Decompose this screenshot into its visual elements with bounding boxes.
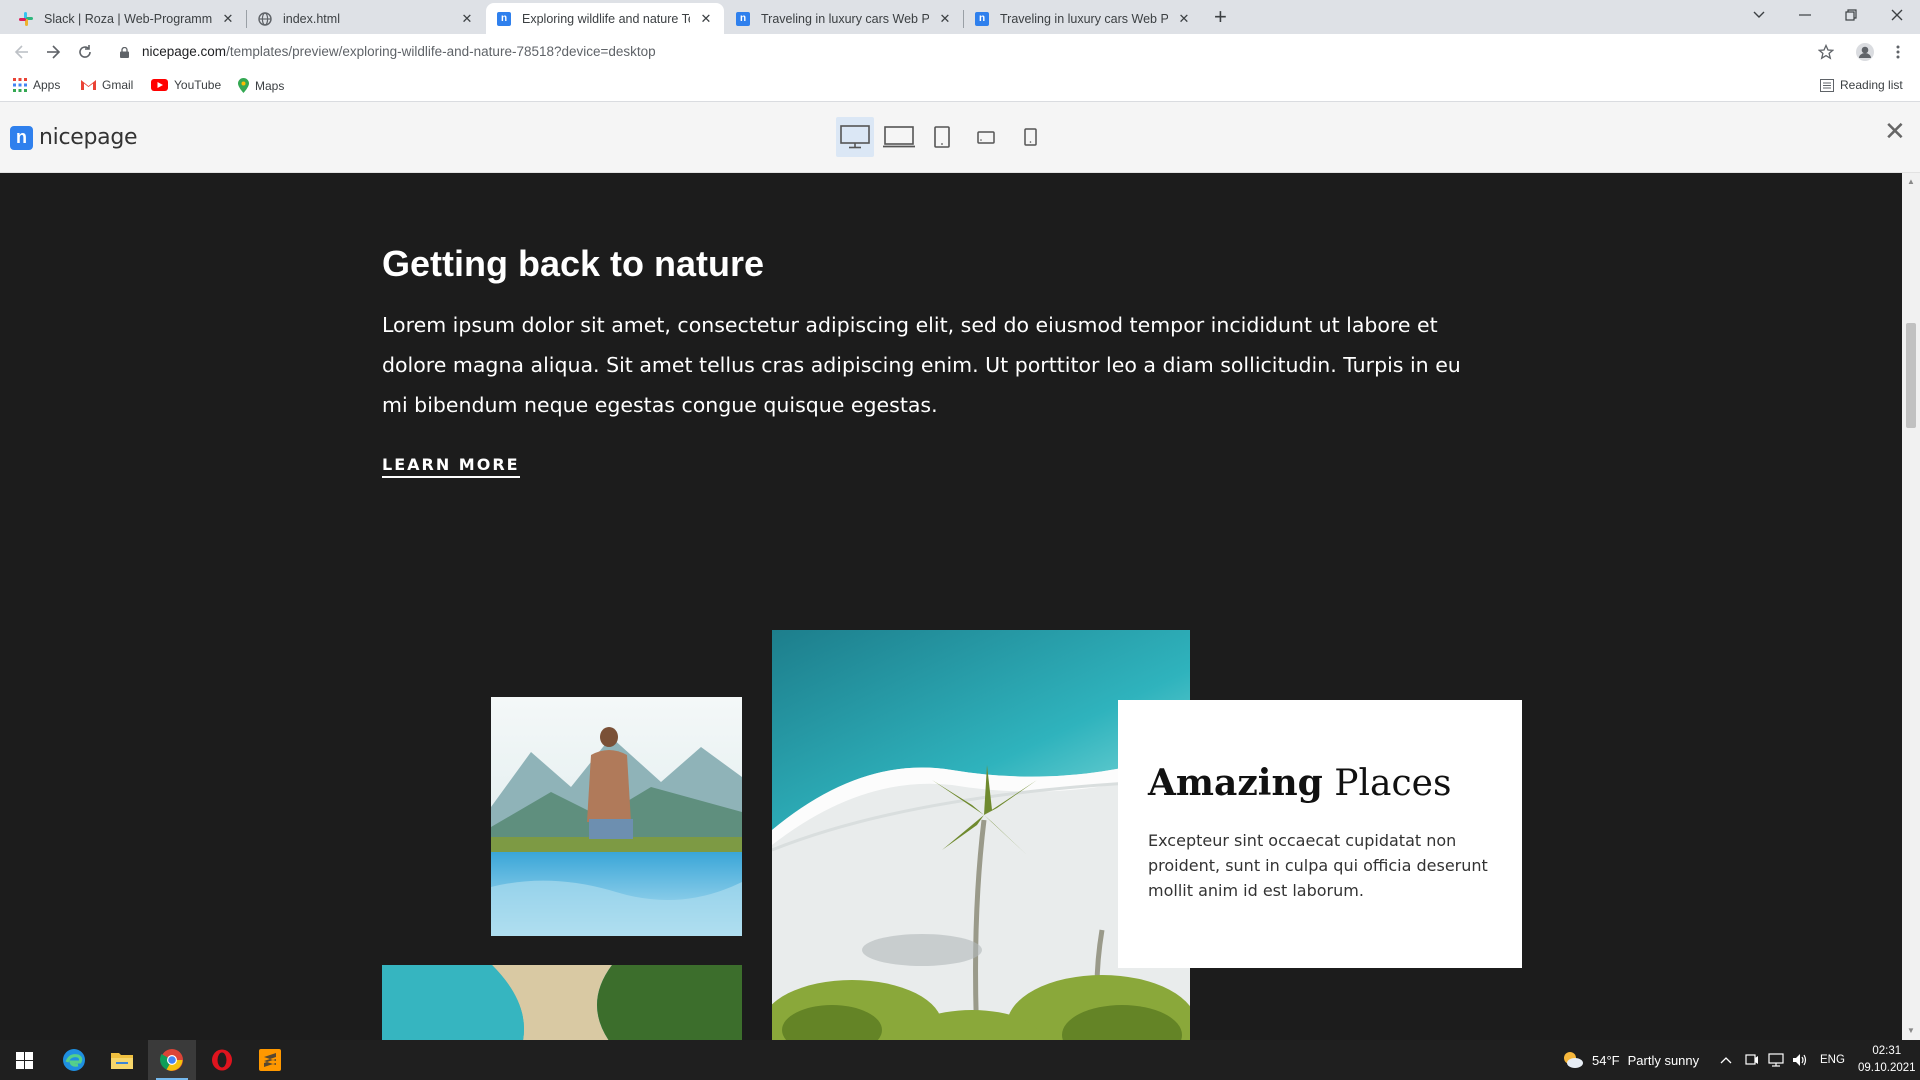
- phone-landscape-icon[interactable]: [972, 117, 1000, 157]
- bookmark-star-icon[interactable]: [1814, 40, 1838, 64]
- language-indicator[interactable]: ENG: [1820, 1040, 1845, 1080]
- menu-kebab-icon[interactable]: [1886, 40, 1910, 64]
- learn-more-link[interactable]: LEARN MORE: [382, 455, 520, 478]
- restore-icon[interactable]: [1828, 0, 1874, 30]
- opera-icon[interactable]: [198, 1040, 246, 1080]
- weather-text: Partly sunny: [1627, 1052, 1700, 1068]
- tab-exploring-wildlife[interactable]: n Exploring wildlife and nature Tem ✕: [486, 3, 724, 34]
- tab-close-icon[interactable]: ✕: [220, 11, 236, 27]
- url-path: /templates/preview/exploring-wildlife-an…: [226, 44, 656, 59]
- tab-title: Slack | Roza | Web-Programming: [44, 11, 212, 26]
- tablet-icon[interactable]: [928, 117, 956, 157]
- laptop-icon[interactable]: [880, 117, 918, 157]
- url-host: nicepage.com: [142, 44, 227, 59]
- tray-chevron-icon[interactable]: [1720, 1040, 1732, 1080]
- bookmark-gmail[interactable]: Gmail: [81, 78, 133, 92]
- nicepage-icon: n: [496, 11, 512, 27]
- apps-grid-icon: [13, 78, 27, 92]
- back-icon[interactable]: [10, 40, 34, 64]
- card-title-light: Places: [1322, 763, 1452, 804]
- nicepage-preview-bar: n nicepage: [0, 102, 1920, 173]
- edge-icon[interactable]: [50, 1040, 98, 1080]
- bookmark-label: Apps: [33, 78, 61, 92]
- close-preview-icon[interactable]: ✕: [1884, 118, 1906, 144]
- tab-title: Traveling in luxury cars Web Page: [761, 11, 929, 26]
- title-light: Getting back to: [382, 243, 655, 284]
- tab-close-icon[interactable]: ✕: [1176, 11, 1192, 27]
- nicepage-logo[interactable]: n nicepage: [10, 125, 138, 150]
- clock-date: 09.10.2021: [1858, 1062, 1916, 1074]
- reading-list-icon: [1820, 78, 1834, 92]
- phone-portrait-icon[interactable]: [1016, 117, 1044, 157]
- weather-widget[interactable]: 54°F Partly sunny: [1562, 1040, 1699, 1080]
- page-title: Getting back to nature: [382, 243, 764, 285]
- tab-title: Exploring wildlife and nature Tem: [522, 11, 690, 26]
- page-scrollbar[interactable]: ▲ ▼: [1902, 173, 1920, 1040]
- scrollbar-thumb[interactable]: [1906, 323, 1916, 428]
- lock-icon[interactable]: [120, 45, 129, 58]
- file-explorer-icon[interactable]: [98, 1040, 146, 1080]
- scroll-down-arrow-icon[interactable]: ▼: [1907, 1026, 1915, 1035]
- desktop-icon[interactable]: [836, 117, 874, 157]
- volume-icon[interactable]: [1792, 1040, 1808, 1080]
- windows-taskbar: 54°F Partly sunny ENG 02:31 09.10.2021: [0, 1040, 1920, 1080]
- card-title: Amazing Places: [1148, 762, 1451, 804]
- nicepage-icon: n: [974, 11, 990, 27]
- tab-search-chevron-icon[interactable]: [1736, 0, 1782, 30]
- intro-paragraph: Lorem ipsum dolor sit amet, consectetur …: [382, 313, 1461, 417]
- bookmark-maps[interactable]: Maps: [238, 78, 284, 93]
- tab-title: Traveling in luxury cars Web Page: [1000, 11, 1168, 26]
- close-window-icon[interactable]: [1874, 0, 1920, 30]
- tab-close-icon[interactable]: ✕: [937, 11, 953, 27]
- weather-temp: 54°F: [1592, 1052, 1620, 1068]
- card-title-bold: Amazing: [1148, 762, 1323, 804]
- tab-title: index.html: [283, 11, 340, 26]
- slack-icon: [18, 11, 34, 27]
- gmail-icon: [81, 79, 96, 91]
- forward-icon[interactable]: [41, 40, 65, 64]
- aerial-coast-image: [382, 965, 742, 1040]
- tab-close-icon[interactable]: ✕: [698, 11, 714, 27]
- bookmark-label: Maps: [255, 78, 285, 93]
- tab-luxury-cars-1[interactable]: n Traveling in luxury cars Web Page ✕: [725, 3, 963, 34]
- meet-now-icon[interactable]: [1745, 1040, 1759, 1080]
- profile-avatar-icon[interactable]: [1853, 40, 1877, 64]
- address-bar[interactable]: nicepage.com/templates/preview/exploring…: [142, 44, 656, 59]
- nicepage-logo-mark: n: [10, 125, 33, 150]
- amazing-places-card: Amazing Places Excepteur sint occaecat c…: [1118, 700, 1522, 968]
- browser-tab-strip: Slack | Roza | Web-Programming ✕ index.h…: [0, 0, 1920, 34]
- bookmark-youtube[interactable]: YouTube: [151, 78, 221, 92]
- system-clock[interactable]: 02:31 09.10.2021: [1858, 1043, 1916, 1077]
- tab-close-icon[interactable]: ✕: [459, 11, 475, 27]
- chrome-icon[interactable]: [148, 1040, 196, 1080]
- partly-sunny-icon: [1562, 1051, 1584, 1069]
- man-mountain-lake-image: [491, 697, 742, 936]
- tab-slack[interactable]: Slack | Roza | Web-Programming ✕: [8, 3, 246, 34]
- bookmark-apps[interactable]: Apps: [13, 78, 60, 92]
- nicepage-logo-text: nicepage: [39, 125, 138, 150]
- clock-time: 02:31: [1872, 1045, 1902, 1057]
- globe-icon: [257, 11, 273, 27]
- network-icon[interactable]: [1768, 1040, 1784, 1080]
- bookmarks-bar: Apps Gmail YouTube Maps Reading list: [0, 70, 1920, 102]
- bookmark-label: Gmail: [102, 78, 134, 92]
- browser-toolbar: nicepage.com/templates/preview/exploring…: [0, 34, 1920, 70]
- template-page: Getting back to nature Lorem ipsum dolor…: [0, 173, 1902, 1040]
- reading-list-label: Reading list: [1840, 78, 1903, 92]
- minimize-icon[interactable]: [1782, 0, 1828, 30]
- card-text: Excepteur sint occaecat cupidatat non pr…: [1148, 831, 1488, 900]
- sublime-text-icon[interactable]: [246, 1040, 294, 1080]
- new-tab-button[interactable]: +: [1214, 6, 1227, 28]
- youtube-icon: [151, 79, 168, 91]
- scroll-up-arrow-icon[interactable]: ▲: [1907, 177, 1915, 186]
- tab-luxury-cars-2[interactable]: n Traveling in luxury cars Web Page ✕: [964, 3, 1202, 34]
- tab-index-html[interactable]: index.html ✕: [247, 3, 485, 34]
- maps-pin-icon: [238, 78, 249, 93]
- reload-icon[interactable]: [73, 40, 97, 64]
- nicepage-icon: n: [735, 11, 751, 27]
- windows-start-icon[interactable]: [0, 1040, 48, 1080]
- title-bold: nature: [654, 243, 765, 284]
- reading-list-button[interactable]: Reading list: [1820, 78, 1903, 92]
- bookmark-label: YouTube: [174, 78, 222, 92]
